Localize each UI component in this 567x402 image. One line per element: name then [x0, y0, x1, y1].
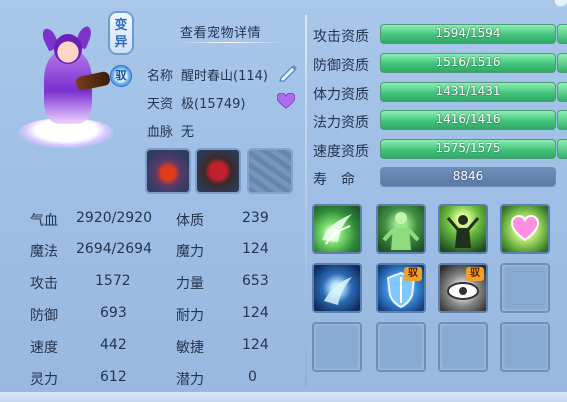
attr-value-potential: 0 [248, 369, 257, 385]
quality-bar: 1416/1416 [380, 110, 556, 130]
bottom-tab-strip [0, 392, 567, 402]
pet-name-value: 醒时春山(114) [181, 69, 268, 84]
stat-label-mp: 魔法 [30, 244, 58, 260]
heart-skill-icon[interactable] [500, 204, 550, 254]
quality-bar: 1575/1575 [380, 139, 556, 159]
ride-tag: 驭 [466, 267, 484, 281]
spirit-body-skill-icon[interactable] [376, 204, 426, 254]
detail-underline [176, 42, 284, 43]
attr-label-agility: 敏捷 [176, 340, 204, 356]
pet-head [54, 34, 82, 64]
stat-value-attack: 1572 [95, 273, 131, 289]
stat-label-hp: 气血 [30, 213, 58, 229]
attr-label-potential: 潜力 [176, 372, 204, 388]
ice-claw-skill-icon[interactable] [312, 263, 362, 313]
pet-bloodline-row: 血脉无 [147, 121, 195, 140]
quality-value: 1431/1431 [435, 84, 501, 98]
quality-bar: 1516/1516 [380, 53, 556, 73]
pet-portrait[interactable] [10, 22, 122, 150]
quality-value: 1594/1594 [435, 26, 501, 40]
stat-value-mp: 2694/2694 [76, 241, 152, 257]
attr-label-endurance: 耐力 [176, 308, 204, 324]
pet-aptitude-label: 天资 [147, 97, 174, 112]
stat-value-hp: 2920/2920 [76, 210, 152, 226]
stat-label-attack: 攻击 [30, 276, 58, 292]
heart-icon[interactable] [276, 92, 296, 109]
quality-value: 1516/1516 [435, 55, 501, 69]
pet-aptitude-value: 极(15749) [181, 97, 246, 112]
view-pet-details-link[interactable]: 查看宠物详情 [180, 22, 280, 41]
pet-detail-panel: 变异 驭 查看宠物详情 名称 醒时春山(114) 天资 极(15749) 血脉无 气… [0, 0, 567, 402]
pet-bloodline-value: 无 [181, 125, 195, 140]
lifespan-value: 8846 [452, 169, 484, 183]
empty-skill-slot[interactable] [500, 322, 550, 372]
quality-label: 防御资质 [313, 58, 369, 74]
add-quality-button[interactable] [557, 82, 567, 102]
add-quality-button[interactable] [557, 53, 567, 73]
attr-value-constitution: 239 [242, 210, 269, 226]
panel-divider [305, 15, 307, 387]
quality-bar: 1431/1431 [380, 82, 556, 102]
eye-skill-icon[interactable]: 驭 [438, 263, 488, 313]
quality-label: 攻击资质 [313, 29, 369, 45]
add-quality-button[interactable] [557, 139, 567, 159]
stat-label-speed: 速度 [30, 340, 58, 356]
ride-badge[interactable]: 驭 [110, 65, 132, 87]
empty-skill-slot[interactable] [500, 263, 550, 313]
quality-label: 体力资质 [313, 87, 369, 103]
quality-value: 1416/1416 [435, 112, 501, 126]
stat-value-speed: 442 [100, 337, 127, 353]
attr-value-endurance: 124 [242, 305, 269, 321]
attr-value-strength: 653 [242, 273, 269, 289]
equipment-slot-empty[interactable] [247, 148, 293, 194]
equipment-slot-armor[interactable] [195, 148, 241, 194]
quality-label: 速度资质 [313, 144, 369, 160]
pet-name-label: 名称 [147, 69, 174, 84]
attr-value-magic: 124 [242, 241, 269, 257]
attr-label-magic: 魔力 [176, 244, 204, 260]
shield-skill-icon[interactable]: 驭 [376, 263, 426, 313]
ride-tag: 驭 [404, 267, 422, 281]
pet-name-row: 名称 醒时春山(114) [147, 65, 268, 84]
lifespan-label: 寿 命 [313, 172, 355, 188]
pet-bloodline-label: 血脉 [147, 125, 174, 140]
empty-skill-slot[interactable] [376, 322, 426, 372]
pet-aptitude-row: 天资 极(15749) [147, 93, 246, 112]
stat-label-defense: 防御 [30, 308, 58, 324]
stat-label-spirit: 灵力 [30, 372, 58, 388]
quality-bar: 1594/1594 [380, 24, 556, 44]
rename-pencil-icon[interactable] [277, 62, 299, 82]
equipment-slot-necklace[interactable] [145, 148, 191, 194]
corner-decoration [547, 0, 567, 16]
stat-value-spirit: 612 [100, 369, 127, 385]
attr-value-agility: 124 [242, 337, 269, 353]
stat-value-defense: 693 [100, 305, 127, 321]
lifespan-bar: 8846 [380, 167, 556, 187]
empty-skill-slot[interactable] [438, 322, 488, 372]
attr-label-strength: 力量 [176, 276, 204, 292]
warrior-skill-icon[interactable] [438, 204, 488, 254]
add-quality-button[interactable] [557, 110, 567, 130]
empty-skill-slot[interactable] [312, 322, 362, 372]
quality-label: 法力资质 [313, 115, 369, 131]
attr-label-constitution: 体质 [176, 213, 204, 229]
transform-badge[interactable]: 变异 [108, 11, 134, 55]
wing-skill-icon[interactable] [312, 204, 362, 254]
add-quality-button[interactable] [557, 24, 567, 44]
quality-value: 1575/1575 [435, 141, 501, 155]
